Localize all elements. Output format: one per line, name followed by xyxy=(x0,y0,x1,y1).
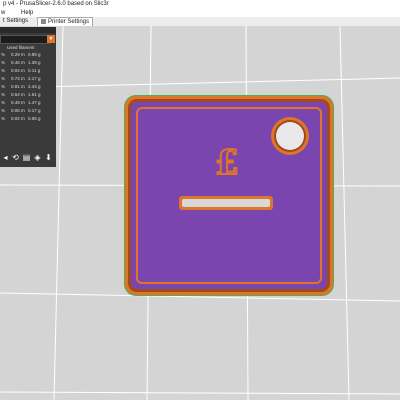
menu-item-help[interactable]: Help xyxy=(21,10,33,16)
legend-weight: 0.17 g xyxy=(28,108,41,113)
plater-canvas[interactable]: £ xyxy=(0,26,400,400)
legend-row: % 0.04 m 0.11 g xyxy=(0,68,56,75)
legend-time: 0.73 m xyxy=(11,76,25,81)
legend-time: 0.54 m xyxy=(11,92,25,97)
legend-header: Used filament xyxy=(7,45,35,50)
legend-top-bar xyxy=(0,27,56,33)
legend-percent: % xyxy=(1,52,6,57)
view-toolbar: ◂ ⟲ ▤ ◈ ⬇ xyxy=(0,151,56,165)
legend-weight: 1.47 g xyxy=(28,100,41,105)
legend-row: % 0.46 m 1.39 g xyxy=(0,60,56,67)
printer-icon xyxy=(41,18,46,24)
legend-percent: % xyxy=(1,108,6,113)
rotate-icon[interactable]: ⟲ xyxy=(11,153,20,162)
legend-panel: ▼ Used filament % 0.29 m 0.89 g% 0.46 m 1.39… xyxy=(0,27,56,167)
legend-time: 0.46 m xyxy=(11,60,25,65)
legend-time: 0.04 m xyxy=(11,68,25,73)
legend-row: % 0.49 m 1.47 g xyxy=(0,100,56,107)
legend-percent: % xyxy=(1,100,6,105)
legend-weight: 0.89 g xyxy=(28,52,41,57)
dropdown-arrow-button[interactable]: ▼ xyxy=(47,35,55,43)
legend-time: 0.49 m xyxy=(11,100,25,105)
tab-label: t Settings xyxy=(3,18,29,24)
legend-weight: 0.11 g xyxy=(28,68,41,73)
sliced-model[interactable]: £ xyxy=(124,95,334,296)
down-arrow-icon[interactable]: ⬇ xyxy=(44,153,53,162)
legend-row: % 0.06 m 0.17 g xyxy=(0,108,56,115)
menu-bar: w Help xyxy=(0,9,400,17)
legend-row: % 0.02 m 0.06 g xyxy=(0,116,56,123)
window-title: p v4 - PrusaSlicer-2.6.0 based on Slic3r xyxy=(3,1,109,7)
legend-weight: 0.06 g xyxy=(28,116,41,121)
legend-percent: % xyxy=(1,116,6,121)
legend-row: % 0.54 m 1.61 g xyxy=(0,92,56,99)
legend-time: 0.02 m xyxy=(11,116,25,121)
legend-row: % 0.29 m 0.89 g xyxy=(0,52,56,59)
legend-percent: % xyxy=(1,92,6,97)
tab-label: Printer Settings xyxy=(48,19,90,25)
tab-print-settings[interactable]: t Settings xyxy=(0,17,31,26)
legend-time: 0.29 m xyxy=(11,52,25,57)
legend-percent: % xyxy=(1,76,6,81)
layers-icon[interactable]: ▤ xyxy=(22,153,31,162)
3d-viewport[interactable]: £ xyxy=(0,26,400,400)
legend-weight: 2.17 g xyxy=(28,76,41,81)
legend-weight: 1.39 g xyxy=(28,60,41,65)
legend-weight: 2.44 g xyxy=(28,84,41,89)
pound-symbol: £ xyxy=(215,143,239,183)
legend-percent: % xyxy=(1,60,6,65)
title-bar: p v4 - PrusaSlicer-2.6.0 based on Slic3r xyxy=(0,0,400,9)
menu-item-window[interactable]: w xyxy=(0,10,5,16)
keyring-hole xyxy=(276,122,304,150)
view-type-dropdown[interactable] xyxy=(0,35,50,44)
legend-time: 0.06 m xyxy=(11,108,25,113)
legend-row: % 0.81 m 2.44 g xyxy=(0,84,56,91)
select-icon[interactable]: ◂ xyxy=(1,153,10,162)
legend-row: % 0.73 m 2.17 g xyxy=(0,76,56,83)
legend-time: 0.81 m xyxy=(11,84,25,89)
legend-percent: % xyxy=(1,84,6,89)
slot-opening xyxy=(182,199,270,207)
legend-percent: % xyxy=(1,68,6,73)
legend-weight: 1.61 g xyxy=(28,92,41,97)
view-cube-icon[interactable]: ◈ xyxy=(33,153,42,162)
